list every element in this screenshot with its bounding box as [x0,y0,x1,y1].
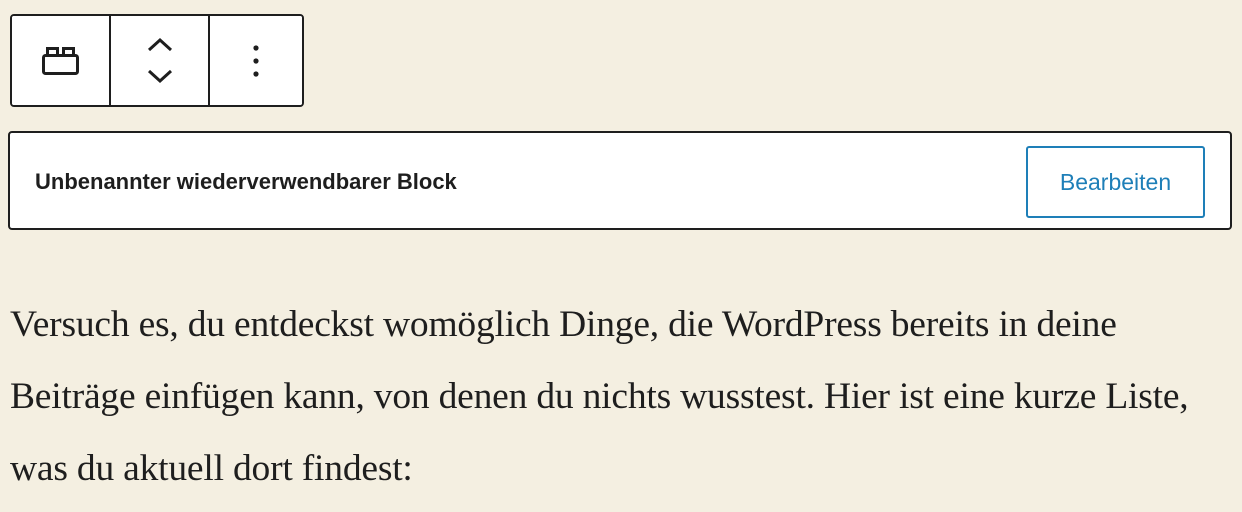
edit-button[interactable]: Bearbeiten [1026,146,1205,218]
reusable-block-title: Unbenannter wiederverwendbarer Block [35,169,457,194]
paragraph-block[interactable]: Versuch es, du entdeckst womöglich Dinge… [10,289,1235,505]
move-up-down-button[interactable] [111,16,210,105]
reusable-block: Unbenannter wiederverwendbarer Block Bea… [8,131,1232,230]
move-up-down-icon [145,37,175,85]
more-options-button[interactable] [210,16,302,105]
block-toolbar [10,14,304,107]
block-type-button[interactable] [12,16,111,105]
more-options-icon [252,44,260,78]
reusable-block-icon [41,45,81,77]
